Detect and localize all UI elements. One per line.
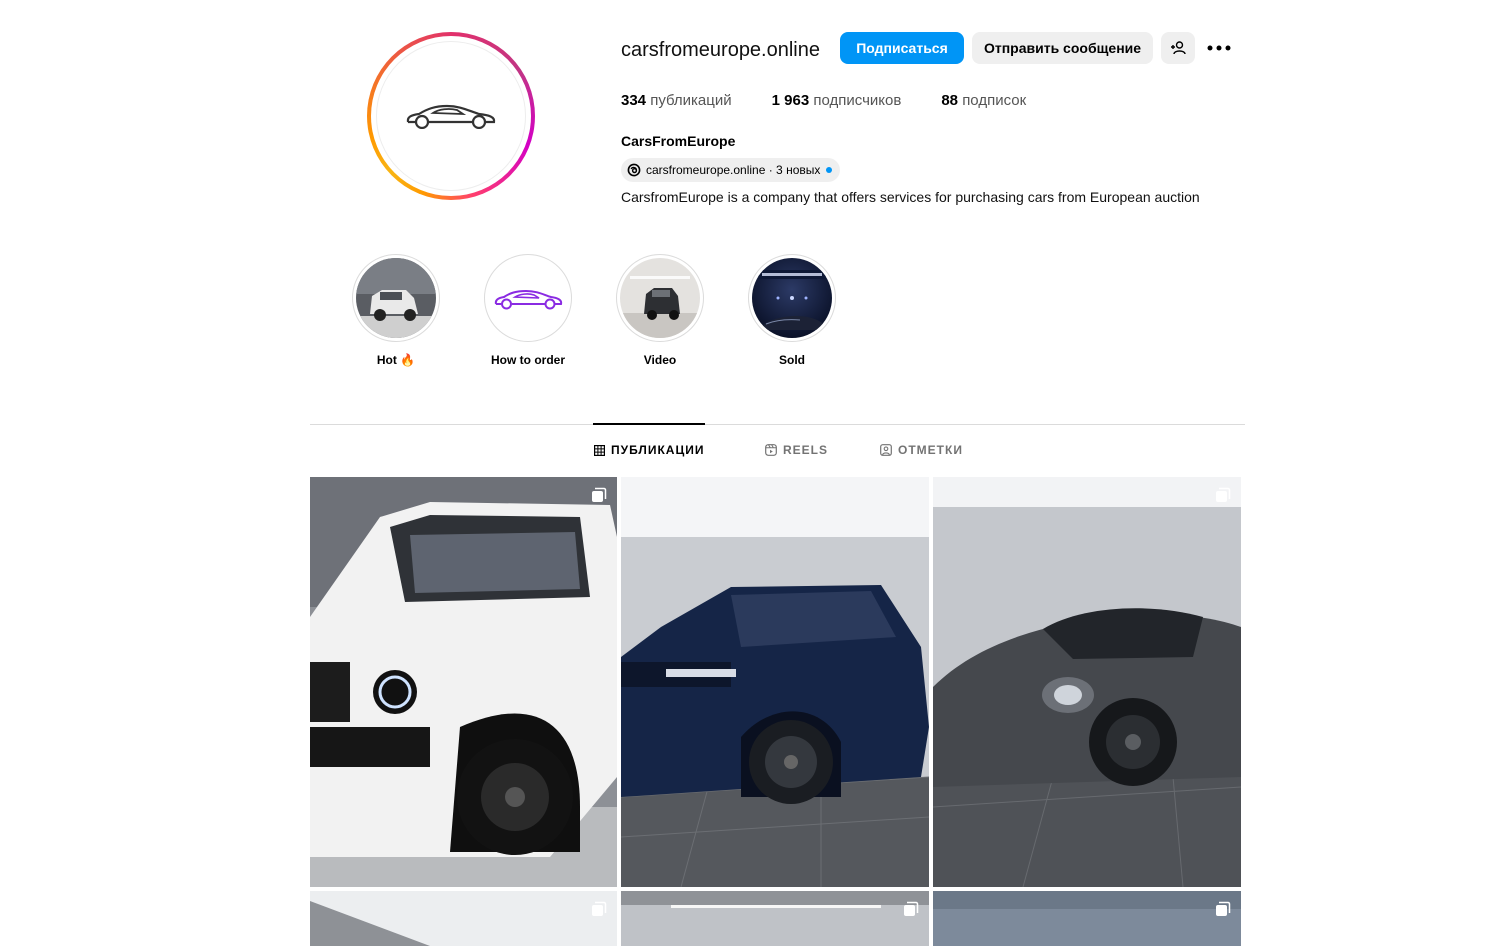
- highlight-how-to-order[interactable]: How to order: [484, 254, 572, 367]
- car-logo-icon: [406, 104, 496, 129]
- follow-button[interactable]: Подписаться: [840, 32, 964, 64]
- post-tile[interactable]: [621, 891, 929, 946]
- highlight-video[interactable]: Video: [616, 254, 704, 367]
- threads-link-text: carsfromeurope.online · 3 новых: [646, 163, 821, 177]
- profile-stats: 334 публикаций 1 963 подписчиков 88 подп…: [621, 92, 1066, 109]
- active-tab-indicator: [593, 423, 705, 425]
- highlight-cover: [356, 258, 436, 338]
- tagged-icon: [880, 444, 892, 456]
- car-logo-icon: [494, 289, 563, 310]
- multiple-images-icon: [904, 901, 919, 916]
- following-link[interactable]: 88 подписок: [941, 92, 1026, 109]
- tab-reels[interactable]: REELS: [765, 443, 828, 457]
- multiple-images-icon: [1216, 901, 1231, 916]
- tab-posts[interactable]: ПУБЛИКАЦИИ: [594, 443, 704, 457]
- post-tile[interactable]: [933, 891, 1241, 946]
- post-tile[interactable]: [310, 477, 617, 887]
- send-message-button[interactable]: Отправить сообщение: [972, 32, 1153, 64]
- suggest-similar-button[interactable]: [1161, 32, 1195, 64]
- grid-icon: [594, 444, 605, 456]
- highlight-cover: [752, 258, 832, 338]
- threads-icon: [627, 163, 641, 177]
- more-horizontal-icon: [1207, 45, 1231, 51]
- tab-label: ПУБЛИКАЦИИ: [611, 443, 705, 457]
- posts-count: 334 публикаций: [621, 92, 732, 109]
- highlight-ring: [352, 254, 440, 342]
- post-image: [310, 477, 617, 887]
- highlight-ring: [484, 254, 572, 342]
- threads-link[interactable]: carsfromeurope.online · 3 новых: [621, 158, 841, 182]
- highlight-label: How to order: [491, 353, 565, 367]
- highlight-label: Sold: [779, 353, 805, 367]
- post-image: [621, 477, 929, 887]
- post-image: [933, 477, 1241, 887]
- tab-tagged[interactable]: ОТМЕТКИ: [880, 443, 963, 457]
- post-tile[interactable]: [621, 477, 929, 887]
- multiple-images-icon: [592, 487, 607, 502]
- profile-avatar-ring[interactable]: [367, 32, 535, 200]
- followers-link[interactable]: 1 963 подписчиков: [772, 92, 902, 109]
- highlight-ring: [748, 254, 836, 342]
- add-person-icon: [1171, 41, 1186, 55]
- post-image: [621, 891, 929, 946]
- highlight-label: Video: [643, 353, 677, 367]
- post-tile[interactable]: [933, 477, 1241, 887]
- multiple-images-icon: [1216, 487, 1231, 502]
- highlight-sold[interactable]: Sold: [748, 254, 836, 367]
- avatar: [376, 41, 526, 191]
- full-name: CarsFromEurope: [621, 133, 736, 149]
- reels-icon: [765, 444, 777, 456]
- post-tile[interactable]: [310, 891, 617, 946]
- bio: CarsfromEurope is a company that offers …: [621, 189, 1200, 205]
- tabs-divider: [310, 424, 1245, 425]
- post-image: [933, 891, 1241, 946]
- highlight-label: Hot 🔥: [376, 353, 416, 367]
- tab-label: ОТМЕТКИ: [898, 443, 963, 457]
- multiple-images-icon: [592, 901, 607, 916]
- more-options-button[interactable]: [1206, 36, 1232, 60]
- post-image: [310, 891, 617, 946]
- highlight-cover: [620, 258, 700, 338]
- highlight-ring: [616, 254, 704, 342]
- username: carsfromeurope.online: [621, 39, 820, 61]
- tab-label: REELS: [783, 443, 829, 457]
- highlight-cover: [488, 258, 568, 338]
- new-indicator-dot: [826, 167, 833, 173]
- highlight-hot[interactable]: Hot 🔥: [352, 254, 440, 367]
- avatar-inner: [371, 36, 531, 196]
